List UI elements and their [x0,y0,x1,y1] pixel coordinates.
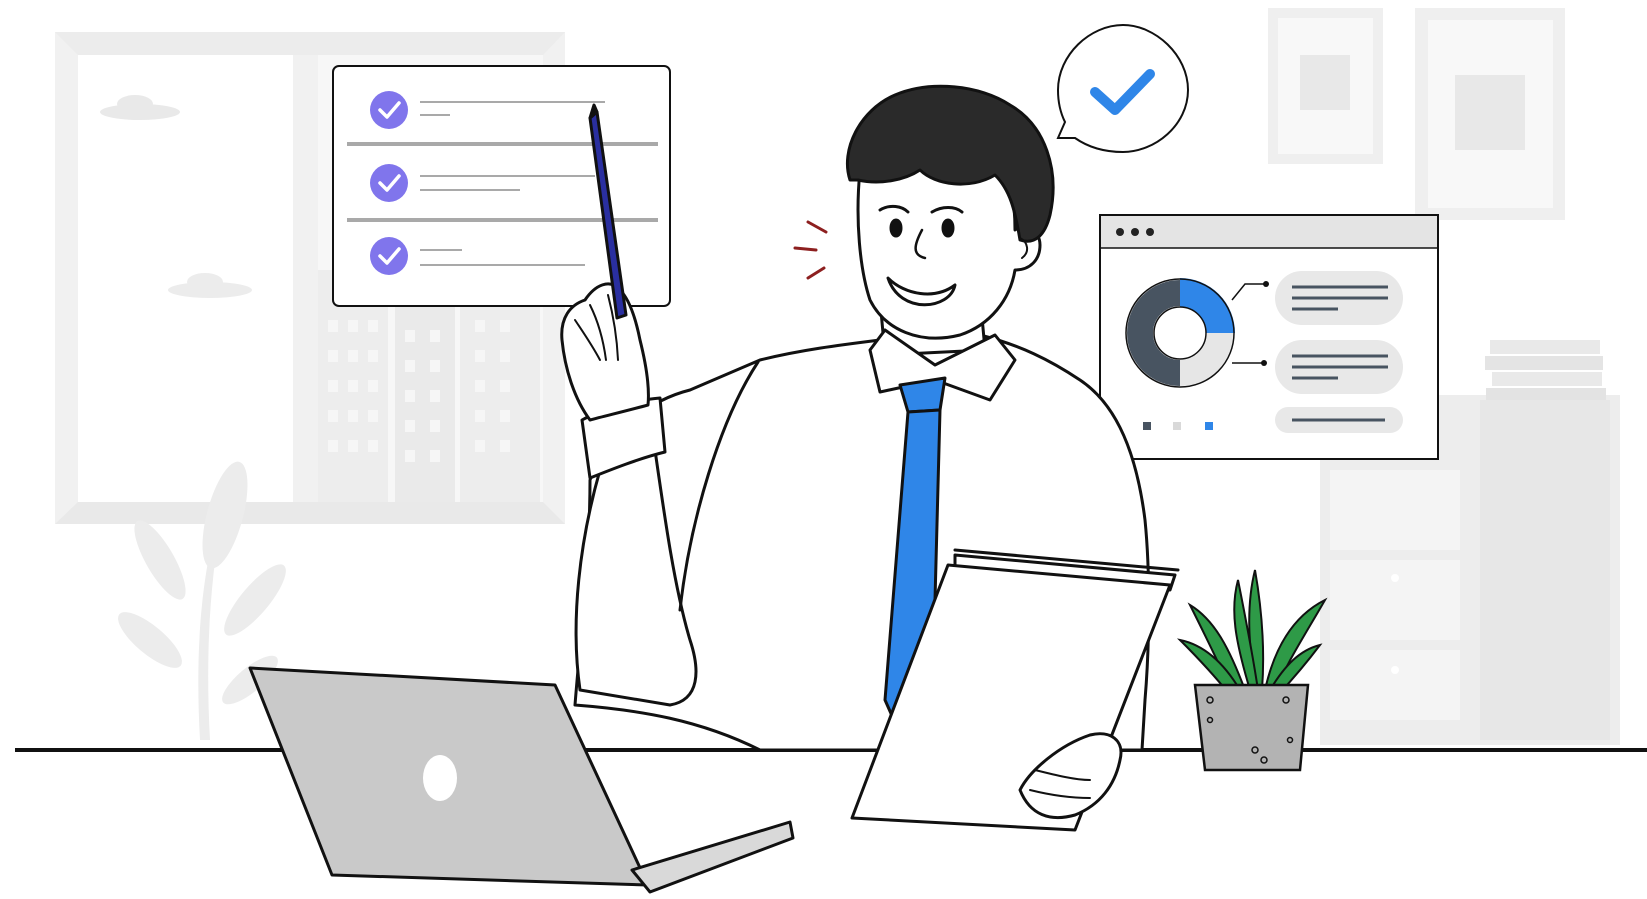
dashboard-card [1099,214,1439,460]
laptop-logo [423,755,457,801]
dashboard-pill [1275,271,1403,325]
excitement-marks [793,220,828,280]
laptop-base [630,820,795,894]
legend-swatch [1173,422,1181,430]
window-dots [1116,228,1154,236]
check-circle-icon [370,237,408,275]
potted-plant-icon [1176,569,1328,772]
speech-bubble [1056,23,1190,154]
donut-chart-icon [1125,278,1235,388]
legend-swatch [1143,422,1151,430]
wall-frames [1268,8,1565,220]
check-circle-icon [370,91,408,129]
dashboard-pill [1275,340,1403,394]
dashboard-pill [1275,407,1403,433]
check-circle-icon [370,164,408,202]
illustration-canvas [15,8,1647,894]
legend-swatch [1205,422,1213,430]
